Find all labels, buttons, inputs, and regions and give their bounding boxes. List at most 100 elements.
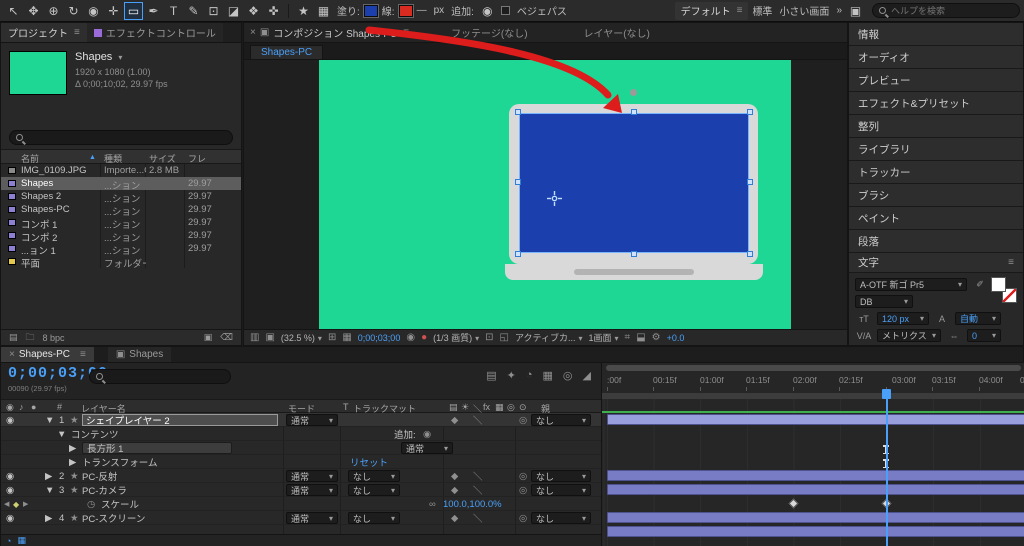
keyframe-diamond[interactable] (789, 499, 799, 509)
anchor-dot[interactable] (630, 89, 637, 96)
draft-3d-icon[interactable]: ✦ (507, 369, 516, 382)
rectangle-tool[interactable]: ▭ (124, 2, 143, 20)
parent-select[interactable]: なし▾ (531, 414, 591, 426)
font-family-select[interactable]: A-OTF 新ゴ Pr5 ▾ (855, 278, 967, 291)
help-search-box[interactable] (872, 3, 1020, 18)
composition-panel-menu-icon[interactable]: ≡ (403, 27, 409, 38)
workspace-small-screen-tab[interactable]: 小さい画面 (779, 3, 829, 18)
composition-mini-flowchart-icon[interactable]: ▤ (486, 369, 496, 382)
new-folder-icon[interactable]: 🗀 (26, 330, 35, 346)
scale-value[interactable]: 100.0,100.0% (443, 498, 502, 510)
pan-behind-tool[interactable]: ✛ (104, 2, 123, 20)
help-search-input[interactable] (891, 6, 1001, 16)
item-thumbnail[interactable] (9, 51, 67, 95)
layer-row[interactable]: ◉ ▼ 3 ★ PC-カメラ 通常▾ なし▾ ◆ ＼ ◎ なし▾ (1, 483, 601, 497)
track-matte-select[interactable]: なし▾ (348, 484, 400, 496)
view-layout-control[interactable]: 1画面▾ (589, 331, 619, 344)
timeline-tab-shapes-pc[interactable]: × Shapes-PC ≡ (1, 347, 94, 362)
layer-duration-bar[interactable] (607, 484, 1024, 495)
eraser-tool[interactable]: ◪ (224, 2, 243, 20)
stroke-color-swatch[interactable] (399, 5, 413, 17)
project-search-box[interactable] (9, 130, 233, 145)
hand-tool[interactable]: ✥ (24, 2, 43, 20)
expander-icon[interactable]: ▼ (57, 428, 66, 440)
eyedropper-icon[interactable]: ✐ (971, 279, 989, 290)
table-row[interactable]: コンポ 1 ...ション 29.97 (1, 216, 241, 229)
tab-composition[interactable]: コンポジション Shapes-PC (273, 25, 397, 40)
sort-icon[interactable]: ▲ (89, 154, 96, 161)
always-preview-icon[interactable]: ▥ (250, 332, 259, 343)
add-label[interactable]: 追加: (451, 3, 474, 18)
workspace-overflow-icon[interactable]: » (836, 5, 842, 16)
mask-visibility-icon[interactable]: ▦ (342, 332, 351, 343)
layer-row[interactable]: ◉ ▼ 1 ★ シェイプレイヤー 2 通常▾ ◆ ＼ ◎ なし▾ (1, 413, 601, 427)
parent-pickwhip-icon[interactable]: ◎ (519, 484, 527, 496)
panel-info[interactable]: 情報 (849, 23, 1023, 46)
keyframe-toggle-icon[interactable]: ◆ (13, 498, 19, 510)
new-composition-icon[interactable]: ▣ (204, 332, 213, 343)
quality-switch[interactable]: ＼ (473, 414, 483, 426)
star-icon[interactable]: ★ (294, 2, 313, 20)
table-row[interactable]: ...ョン 1 ...ション 29.97 (1, 242, 241, 255)
fill-color-swatch[interactable] (364, 5, 378, 17)
table-row[interactable]: コンポ 2 ...ション 29.97 (1, 229, 241, 242)
graph-editor-icon[interactable]: ◢ (583, 369, 591, 382)
exposure-value[interactable]: +0.0 (667, 333, 685, 343)
table-row[interactable]: Shapes ...ション 29.97 (1, 177, 241, 190)
selection-handle[interactable] (747, 251, 753, 257)
grid-guides-icon[interactable]: ⊞ (328, 332, 336, 343)
fast-previews-icon[interactable]: ⬓ (636, 332, 645, 343)
table-row[interactable]: Shapes 2 ...ション 29.97 (1, 190, 241, 203)
time-navigator[interactable] (606, 365, 1021, 371)
layer-duration-bar[interactable] (607, 526, 1024, 537)
selection-handle[interactable] (631, 251, 637, 257)
layer-row[interactable]: ◉ ▶ 4 ★ PC-スクリーン 通常▾ なし▾ ◆ ＼ ◎ なし▾ (1, 511, 601, 525)
item-name-caret-icon[interactable]: ▾ (118, 53, 122, 62)
stopwatch-icon[interactable]: ◷ (87, 498, 95, 510)
layer-name[interactable]: PC-反射 (82, 470, 117, 482)
workspace-default-tab[interactable]: デフォルト ≡ (675, 2, 749, 20)
layer-bars-area[interactable] (602, 399, 1024, 546)
blend-mode-select[interactable]: 通常▾ (286, 512, 338, 524)
resolution-control[interactable]: (1/3 画質)▾ (433, 331, 479, 344)
table-row[interactable]: IMG_0109.JPG Importe...G 2.8 MB (1, 164, 241, 177)
video-toggle-icon[interactable]: ◉ (6, 470, 14, 482)
stroke-label[interactable]: 線: (382, 3, 395, 18)
video-toggle-icon[interactable]: ◉ (6, 414, 14, 426)
selection-handle[interactable] (515, 179, 521, 185)
panel-paint[interactable]: ペイント (849, 207, 1023, 230)
stroke-width-value[interactable]: — (417, 5, 427, 16)
transfer-controls-icon[interactable]: ▦ (17, 535, 26, 546)
main-viewer-icon[interactable]: ▣ (265, 332, 274, 343)
keyframe-prev-icon[interactable]: ◀ (4, 498, 9, 510)
timeline-button-icon[interactable]: ⚙ (652, 332, 661, 343)
selection-handle[interactable] (747, 179, 753, 185)
layer-name[interactable]: PC-カメラ (82, 484, 127, 496)
panel-preview[interactable]: プレビュー (849, 69, 1023, 92)
bpc-indicator[interactable]: 8 bpc (43, 333, 65, 343)
selection-handle[interactable] (515, 109, 521, 115)
fill-color-white-swatch[interactable] (991, 277, 1006, 292)
shape-blend-mode-select[interactable]: 通常▾ (401, 442, 453, 454)
expander-icon[interactable]: ▼ (45, 484, 54, 496)
delete-icon[interactable]: ⌫ (220, 332, 233, 343)
layer-name[interactable]: PC-スクリーン (82, 512, 145, 524)
tracking-select[interactable]: 0 ▾ (967, 329, 1001, 342)
workspace-bar-icon[interactable]: ▣ (846, 2, 865, 20)
snapshot-icon[interactable]: ◉ (406, 332, 415, 343)
magnification-control[interactable]: (32.5 %)▾ (281, 333, 322, 343)
layer-switch-icon[interactable]: ◆ (451, 470, 458, 482)
fill-label[interactable]: 塗り: (337, 3, 360, 18)
selection-tool[interactable]: ↖ (4, 2, 23, 20)
keyframe-next-icon[interactable]: ▶ (23, 498, 28, 510)
panel-brushes[interactable]: ブラシ (849, 184, 1023, 207)
viewer-tab-shapes-pc[interactable]: Shapes-PC (250, 45, 323, 59)
timeline-search-input[interactable] (108, 372, 224, 382)
type-tool[interactable]: T (164, 2, 183, 20)
zoom-tool[interactable]: ⊕ (44, 2, 63, 20)
add-menu-icon[interactable]: ◉ (478, 2, 497, 20)
group-row-rectangle[interactable]: ▶ 長方形 1 通常▾ (1, 441, 601, 455)
blend-mode-select[interactable]: 通常▾ (286, 414, 338, 426)
camera-tool[interactable]: ◉ (84, 2, 103, 20)
group-row-transform[interactable]: ▶ トランスフォーム リセット (1, 455, 601, 469)
